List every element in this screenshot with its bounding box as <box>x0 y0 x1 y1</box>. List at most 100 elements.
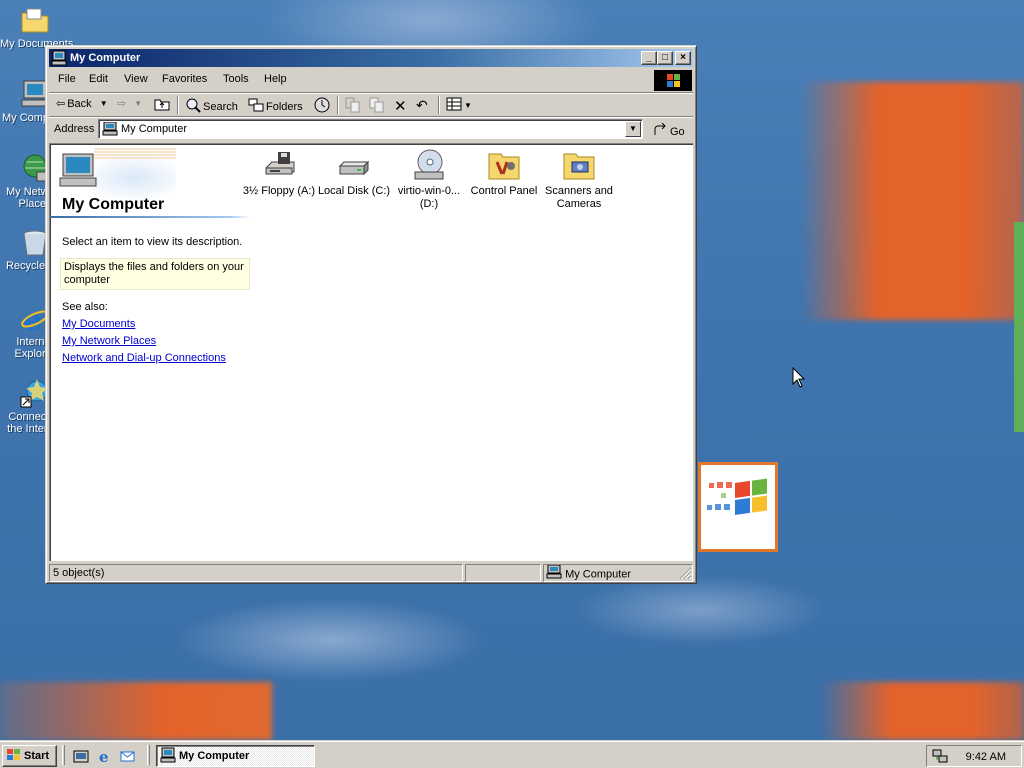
item-cd-drive[interactable]: virtio-win-0... (D:) <box>391 148 467 211</box>
folders-button[interactable]: Folders <box>248 97 303 116</box>
window-titlebar[interactable]: My Computer _ □ × <box>49 49 693 67</box>
undo-button[interactable]: ↶ <box>416 97 428 114</box>
link-network-dialup-connections[interactable]: Network and Dial-up Connections <box>62 352 226 364</box>
pane-prompt: Select an item to view its description. <box>62 236 243 248</box>
menu-bar: File Edit View Favorites Tools Help <box>49 69 693 91</box>
views-icon <box>446 97 462 114</box>
scanners-cameras-icon <box>562 148 596 182</box>
hard-disk-icon <box>337 148 371 182</box>
link-my-documents[interactable]: My Documents <box>62 318 135 330</box>
item-control-panel[interactable]: Control Panel <box>466 148 542 198</box>
toolbar-separator <box>438 96 440 114</box>
taskbar-button-my-computer[interactable]: My Computer <box>156 745 315 767</box>
taskbar-grip[interactable] <box>62 745 65 765</box>
standard-toolbar: ⇦ Back ▼ ⇨ ▼ Search Folders ✕ ↶ ▼ <box>49 94 693 116</box>
address-dropdown-button[interactable]: ▼ <box>625 121 641 137</box>
wallpaper-strip <box>1014 222 1024 432</box>
outlook-express-icon[interactable] <box>120 748 136 764</box>
back-button[interactable]: ⇦ Back ▼ <box>56 97 108 111</box>
start-button[interactable]: Start <box>2 745 57 767</box>
menu-file[interactable]: File <box>58 73 76 85</box>
my-computer-icon <box>546 564 562 582</box>
history-button[interactable] <box>314 97 330 116</box>
go-arrow-icon <box>653 122 667 140</box>
go-button[interactable]: Go <box>653 122 685 140</box>
move-to-button[interactable] <box>345 97 361 116</box>
windows-logo <box>698 462 778 552</box>
search-icon <box>185 97 201 116</box>
item-scanners-cameras[interactable]: Scanners and Cameras <box>541 148 617 211</box>
undo-icon: ↶ <box>416 97 428 113</box>
delete-icon: ✕ <box>394 98 407 115</box>
network-tray-icon[interactable] <box>932 748 948 764</box>
menu-edit[interactable]: Edit <box>89 73 108 85</box>
pane-description: Displays the files and folders on your c… <box>60 258 250 290</box>
my-computer-icon <box>102 121 118 136</box>
resize-grip-icon[interactable] <box>679 567 692 580</box>
back-arrow-icon: ⇦ <box>56 98 66 110</box>
views-button[interactable]: ▼ <box>446 97 472 114</box>
close-button[interactable]: × <box>675 51 691 65</box>
status-zone: My Computer <box>543 564 693 582</box>
system-tray: 9:42 AM <box>926 745 1022 767</box>
my-computer-icon <box>51 50 67 66</box>
see-also-label: See also: <box>62 301 108 313</box>
status-empty-panel <box>465 564 541 582</box>
search-button[interactable]: Search <box>185 97 238 116</box>
dropdown-arrow-icon: ▼ <box>99 99 108 108</box>
windows-logo-icon <box>6 748 22 765</box>
item-floppy-drive[interactable]: 3½ Floppy (A:) <box>241 148 317 198</box>
status-bar: 5 object(s) My Computer <box>49 564 693 582</box>
history-icon <box>314 97 330 116</box>
pane-title: My Computer <box>62 196 165 213</box>
taskbar: Start e My Computer 9:42 AM <box>0 740 1024 768</box>
toolbar-separator <box>337 96 339 114</box>
address-input[interactable]: My Computer ▼ <box>98 119 643 139</box>
internet-explorer-icon[interactable]: e <box>97 748 113 766</box>
delete-button[interactable]: ✕ <box>394 97 407 115</box>
menu-favorites[interactable]: Favorites <box>162 73 207 85</box>
desktop-icon-my-documents[interactable]: My Documents <box>0 4 73 50</box>
folders-icon <box>248 97 264 116</box>
maximize-button[interactable]: □ <box>657 51 673 65</box>
address-bar: Address My Computer ▼ Go <box>49 118 693 140</box>
taskbar-grip[interactable] <box>147 745 150 765</box>
clock[interactable]: 9:42 AM <box>966 751 1006 763</box>
svg-text:e: e <box>99 748 109 764</box>
wallpaper-band <box>800 82 1024 320</box>
link-my-network-places[interactable]: My Network Places <box>62 335 156 347</box>
windows-throbber-icon <box>654 70 692 91</box>
floppy-drive-icon <box>262 148 296 182</box>
up-folder-button[interactable] <box>154 97 170 114</box>
menu-view[interactable]: View <box>124 73 148 85</box>
status-object-count: 5 object(s) <box>49 564 463 582</box>
minimize-button[interactable]: _ <box>641 51 657 65</box>
chevron-down-icon: ▼ <box>629 124 637 133</box>
pane-title-rule <box>50 216 250 218</box>
item-local-disk[interactable]: Local Disk (C:) <box>316 148 392 198</box>
move-to-icon <box>345 97 361 116</box>
cd-drive-icon <box>412 148 446 182</box>
address-label: Address <box>54 123 95 135</box>
show-desktop-icon[interactable] <box>73 748 89 764</box>
wallpaper-band <box>820 682 1024 740</box>
window-title: My Computer <box>70 52 141 64</box>
dropdown-arrow-icon: ▼ <box>464 101 472 110</box>
content-area[interactable]: My Computer Select an item to view its d… <box>49 143 693 561</box>
wallpaper-band <box>0 682 272 740</box>
menu-help[interactable]: Help <box>264 73 287 85</box>
copy-to-icon <box>369 97 385 116</box>
my-computer-icon <box>160 747 176 766</box>
dropdown-arrow-icon: ▼ <box>134 99 143 108</box>
copy-to-button[interactable] <box>369 97 385 116</box>
control-panel-icon <box>487 148 521 182</box>
my-documents-folder-icon <box>19 4 51 36</box>
webview-info-pane: My Computer Select an item to view its d… <box>50 144 250 561</box>
forward-button[interactable]: ⇨ ▼ <box>117 97 142 110</box>
forward-arrow-icon: ⇨ <box>117 98 127 110</box>
up-folder-icon <box>154 97 170 114</box>
toolbar-separator <box>177 96 179 114</box>
my-computer-window[interactable]: My Computer _ □ × File Edit View Favorit… <box>45 45 697 584</box>
mouse-cursor-icon <box>792 366 806 389</box>
menu-tools[interactable]: Tools <box>223 73 249 85</box>
